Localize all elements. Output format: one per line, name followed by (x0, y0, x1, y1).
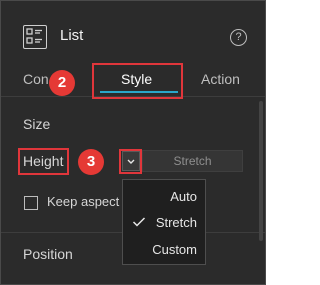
menu-item-label: Stretch (155, 215, 197, 230)
position-section-title: Position (23, 246, 73, 262)
settings-panel: List ? Con Style Action 2 Size Height 3 … (0, 0, 266, 285)
help-icon[interactable]: ? (230, 29, 247, 46)
panel-title: List (60, 27, 84, 44)
step-3-badge: 3 (78, 149, 104, 175)
list-widget-icon (23, 25, 47, 49)
height-dropdown-menu: Auto Stretch Custom (122, 179, 206, 265)
keep-aspect-checkbox[interactable] (24, 196, 38, 210)
menu-item-auto[interactable]: Auto (123, 184, 205, 208)
keep-aspect-label: Keep aspect (47, 194, 120, 209)
menu-item-stretch[interactable]: Stretch (123, 210, 205, 234)
checkmark-icon (132, 217, 146, 227)
menu-item-label: Auto (170, 189, 197, 204)
panel-scrollbar[interactable] (259, 101, 263, 241)
style-tab-highlight-box (92, 63, 183, 99)
size-section-title: Size (23, 116, 51, 132)
menu-item-label: Custom (152, 242, 197, 257)
height-highlight-box (18, 148, 69, 175)
panel-header: List ? (1, 1, 265, 67)
tab-action[interactable]: Action (201, 71, 240, 87)
step-2-badge: 2 (49, 70, 75, 96)
height-mode-field[interactable]: Stretch (142, 150, 243, 172)
dropdown-toggle-highlight-box (119, 149, 142, 174)
menu-item-custom[interactable]: Custom (123, 237, 205, 261)
tab-content[interactable]: Con (23, 71, 49, 87)
